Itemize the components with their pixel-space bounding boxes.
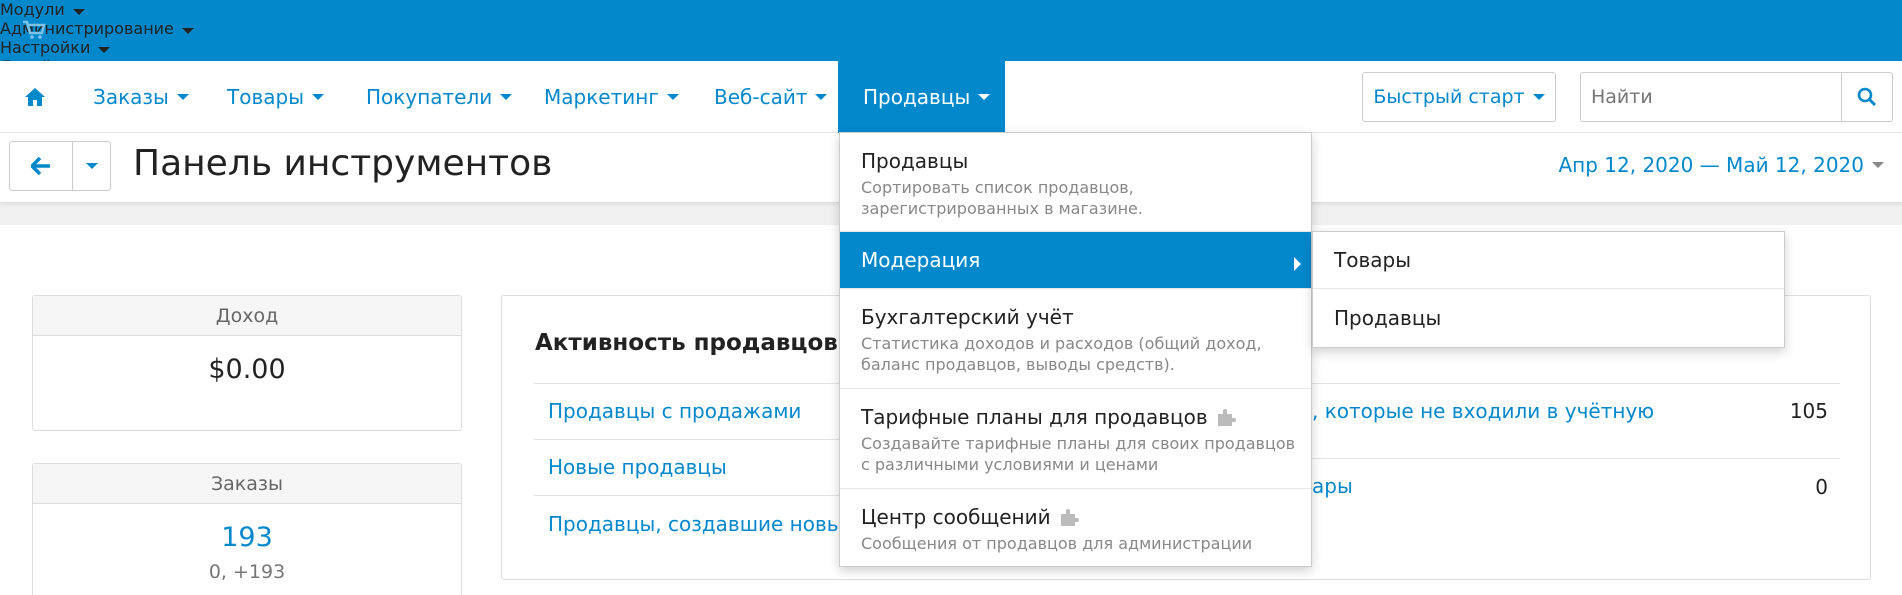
dropdown-item-vendor-plans[interactable]: Тарифные планы для продавцов Создавайте … bbox=[840, 389, 1311, 489]
chevron-down-icon bbox=[815, 94, 828, 100]
widget-header: Заказы bbox=[33, 464, 461, 504]
nav-website[interactable]: Веб-сайт bbox=[714, 61, 828, 133]
nav-marketing[interactable]: Маркетинг bbox=[544, 61, 679, 133]
top-bar: Модули Администрирование Настройки Дизай… bbox=[0, 0, 1902, 158]
home-icon[interactable] bbox=[24, 87, 46, 107]
cart-icon[interactable] bbox=[22, 20, 46, 40]
dropdown-item-message-center[interactable]: Центр сообщений Сообщения от продавцов д… bbox=[840, 489, 1311, 566]
main-nav: Заказы Товары Покупатели Маркетинг Веб-с… bbox=[0, 61, 1902, 133]
chevron-down-icon bbox=[1872, 162, 1884, 168]
arrow-left-icon bbox=[31, 157, 50, 175]
orders-widget: Заказы 193 0, +193 bbox=[32, 463, 462, 595]
widget-header: Доход bbox=[33, 296, 461, 336]
nav-orders[interactable]: Заказы bbox=[93, 61, 189, 133]
quick-start-button[interactable]: Быстрый старт bbox=[1362, 72, 1556, 122]
chevron-down-icon bbox=[176, 94, 189, 100]
dropdown-item-accounting[interactable]: Бухгалтерский учёт Статистика доходов и … bbox=[840, 289, 1311, 389]
moderation-submenu: Товары Продавцы bbox=[1312, 231, 1785, 348]
chevron-right-icon bbox=[1294, 257, 1301, 271]
chevron-down-icon bbox=[500, 94, 513, 100]
income-widget: Доход $0.00 bbox=[32, 295, 462, 431]
chevron-down-icon bbox=[98, 47, 111, 53]
widget-subvalue: 0, +193 bbox=[208, 561, 286, 583]
list-item[interactable]: , которые не входили в учётную bbox=[1312, 383, 1654, 439]
panel-title: Активность продавцов за bbox=[535, 330, 875, 356]
divider bbox=[1302, 458, 1840, 459]
count-value: 105 bbox=[1789, 399, 1828, 423]
chevron-down-icon bbox=[72, 9, 85, 15]
submenu-item-vendors[interactable]: Продавцы bbox=[1313, 289, 1784, 346]
chevron-down-icon bbox=[1532, 94, 1545, 100]
nav-customers[interactable]: Покупатели bbox=[366, 61, 513, 133]
list-item[interactable]: Продавцы, создавшие новые то bbox=[548, 496, 885, 552]
widget-value: $0.00 bbox=[208, 354, 286, 385]
list-item[interactable]: ары bbox=[1312, 458, 1353, 514]
addon-icon bbox=[1217, 409, 1236, 426]
chevron-down-icon bbox=[181, 28, 194, 34]
chevron-down-icon bbox=[666, 94, 679, 100]
chevron-down-icon bbox=[311, 94, 324, 100]
chevron-down-icon bbox=[978, 94, 991, 100]
search-icon bbox=[1857, 87, 1877, 107]
list-item[interactable]: Продавцы с продажами bbox=[548, 383, 801, 439]
back-button[interactable] bbox=[9, 141, 73, 191]
menu-administration[interactable]: Администрирование bbox=[0, 19, 1902, 38]
menu-settings[interactable]: Настройки bbox=[0, 38, 1902, 57]
submenu-item-products[interactable]: Товары bbox=[1313, 232, 1784, 289]
vendors-dropdown-menu: Продавцы Сортировать список продавцов, з… bbox=[839, 132, 1312, 567]
widget-value[interactable]: 193 bbox=[33, 522, 461, 553]
page-title: Панель инструментов bbox=[133, 143, 553, 184]
date-range-picker[interactable]: Апр 12, 2020 — Май 12, 2020 bbox=[1558, 153, 1884, 177]
menu-modules[interactable]: Модули bbox=[0, 0, 1902, 19]
search-button[interactable] bbox=[1841, 72, 1893, 122]
nav-products[interactable]: Товары bbox=[227, 61, 324, 133]
history-dropdown-button[interactable] bbox=[72, 141, 111, 191]
nav-vendors[interactable]: Продавцы bbox=[838, 61, 1005, 133]
chevron-down-icon bbox=[85, 163, 98, 169]
count-value: 0 bbox=[1815, 475, 1828, 499]
list-item[interactable]: Новые продавцы bbox=[548, 439, 727, 495]
search-input[interactable] bbox=[1580, 72, 1842, 122]
dropdown-item-vendors[interactable]: Продавцы Сортировать список продавцов, з… bbox=[840, 133, 1311, 232]
addon-icon bbox=[1060, 509, 1079, 526]
dropdown-item-moderation[interactable]: Модерация bbox=[840, 232, 1311, 289]
